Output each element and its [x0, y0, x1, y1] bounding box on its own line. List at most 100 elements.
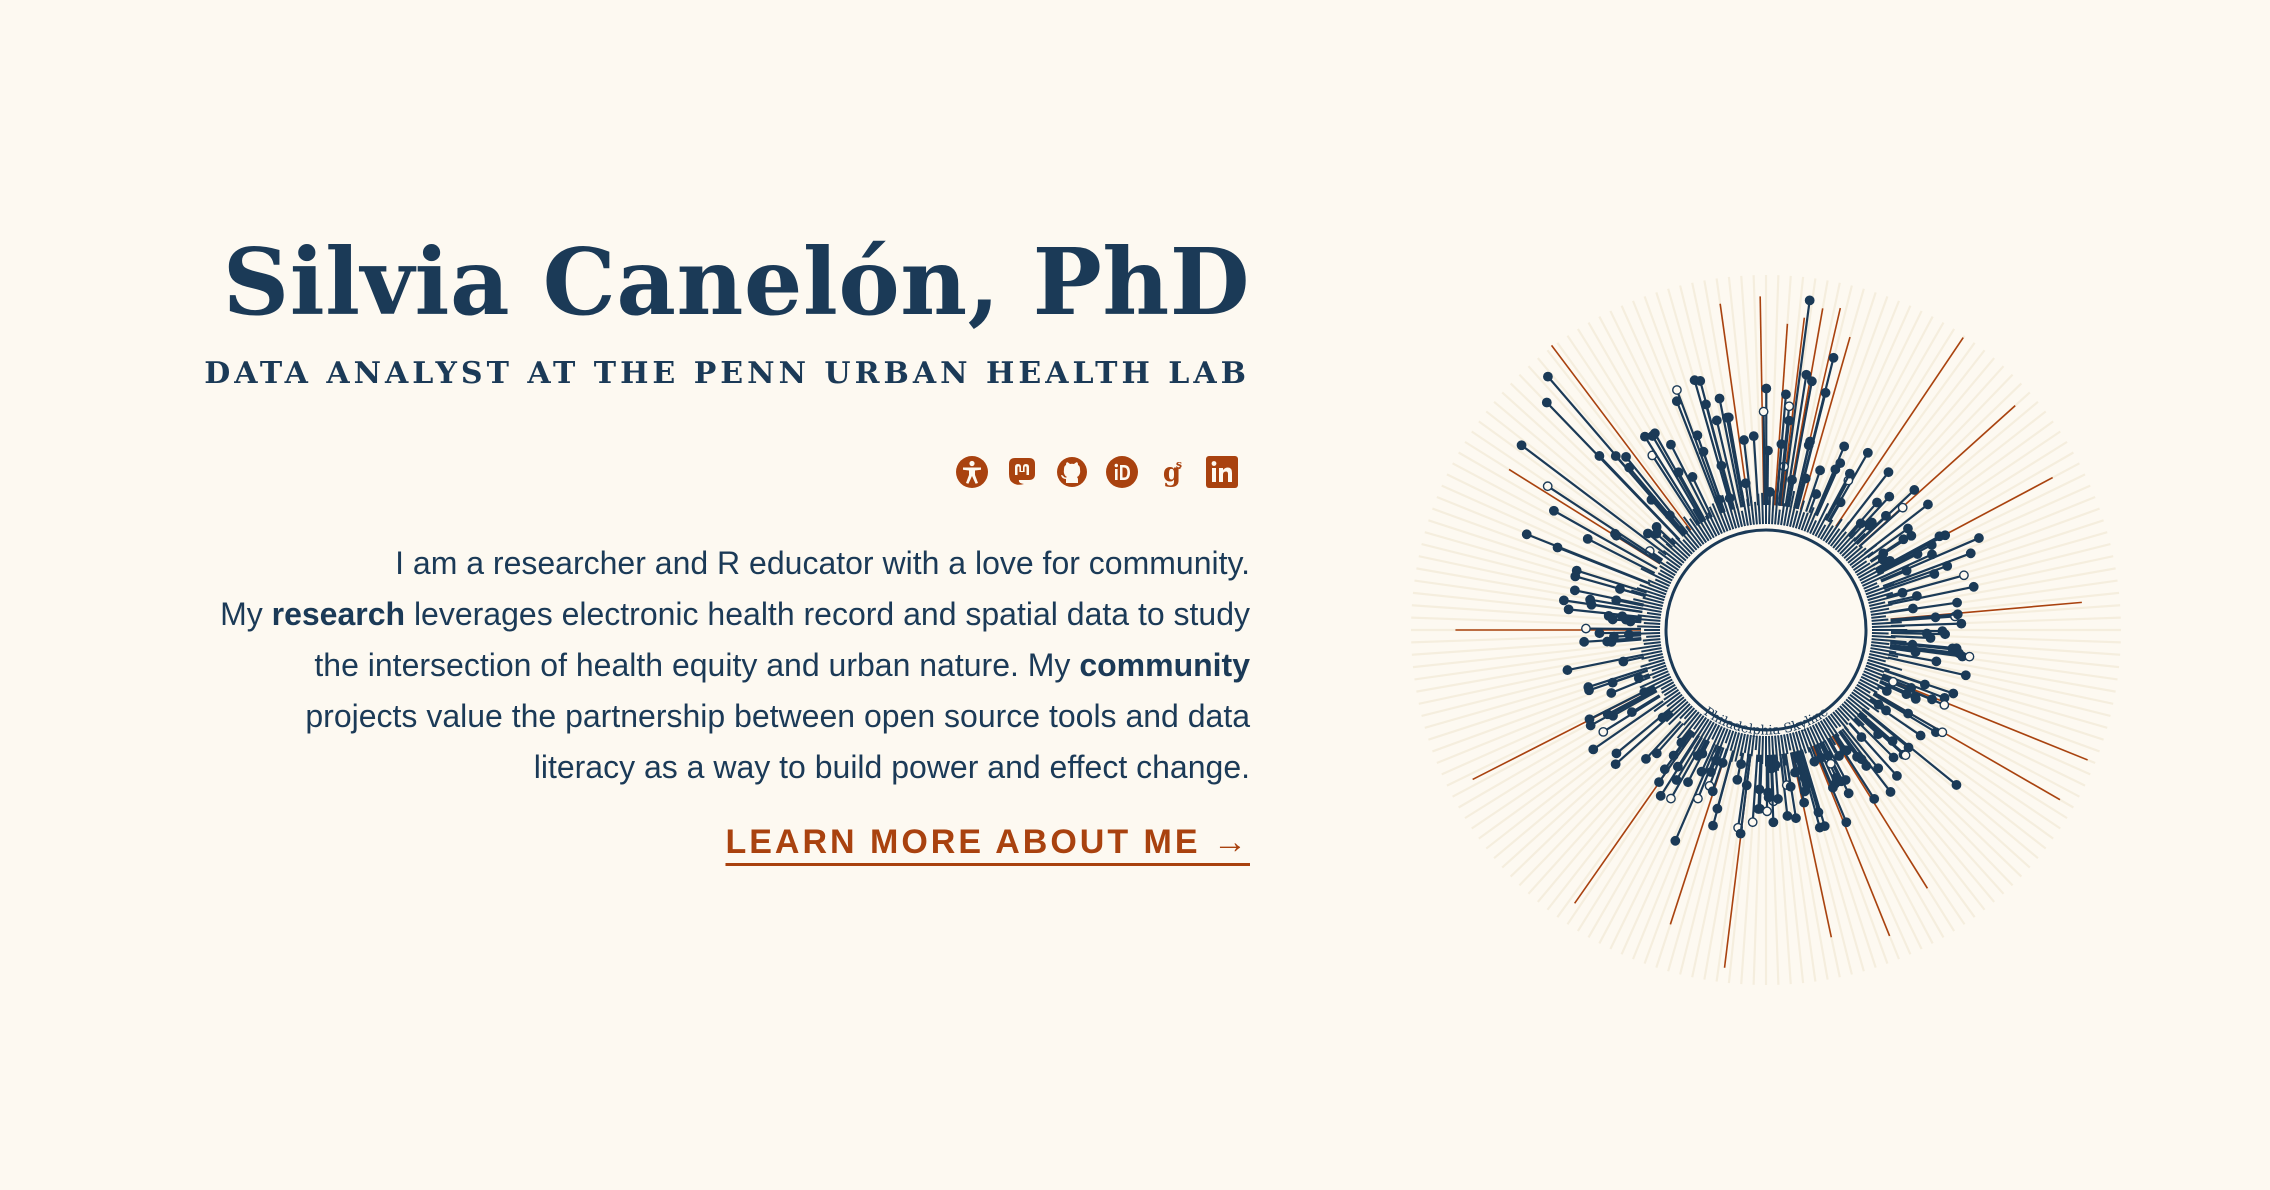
lollipop-head: [1711, 755, 1722, 766]
lollipop-head: [1799, 797, 1810, 808]
lollipop-head: [1784, 415, 1794, 426]
lollipop-head: [1888, 676, 1898, 687]
lollipop-head: [1768, 817, 1779, 828]
lollipop-head: [1693, 793, 1703, 804]
lollipop-head: [1964, 651, 1975, 662]
lollipop-head: [1790, 767, 1800, 778]
lollipop-head: [1594, 628, 1605, 639]
lollipop-head: [1735, 828, 1746, 839]
lollipop-head: [1781, 389, 1791, 400]
lollipop-head: [1606, 688, 1617, 698]
lollipop-head: [1819, 821, 1830, 832]
bio-line: I am a researcher and R educator with a …: [395, 544, 1250, 581]
lollipop-head: [1692, 430, 1703, 441]
google-scholar-icon[interactable]: gs: [1154, 454, 1190, 490]
lollipop-head: [1836, 776, 1846, 787]
page-title: Silvia Canelón, PhD: [222, 228, 1250, 336]
github-icon[interactable]: [1054, 454, 1090, 490]
lollipop-head: [1948, 688, 1959, 699]
lollipop-head: [1541, 397, 1552, 408]
lollipop-head: [1586, 599, 1597, 610]
skyline-bar: [1643, 622, 1661, 625]
learn-more-link[interactable]: LEARN MORE ABOUT ME →: [725, 823, 1250, 862]
background-ray: [1452, 462, 1661, 575]
lollipop-head: [1915, 730, 1926, 741]
lollipop-head: [1885, 787, 1896, 797]
lollipop-head: [1820, 387, 1831, 398]
lollipop-head: [1707, 786, 1718, 797]
lollipop-head: [1930, 612, 1941, 623]
lollipop-head: [1952, 597, 1962, 608]
lollipop-head: [1689, 375, 1700, 386]
lollipop-head: [1784, 401, 1795, 412]
lollipop-head: [1598, 726, 1609, 737]
lollipop-head: [1582, 533, 1593, 544]
skyline-bar: [1646, 611, 1662, 616]
bio-text: I am a researcher and R educator with a …: [120, 538, 1250, 793]
lollipop-head: [1782, 811, 1793, 821]
lollipop-head: [1521, 529, 1532, 540]
bio-text-fragment: My: [220, 595, 272, 632]
lollipop-head: [1923, 499, 1933, 510]
hero-section: Silvia Canelón, PhD DATA ANALYST AT THE …: [120, 228, 1250, 862]
lollipop-head: [1696, 766, 1707, 777]
bio-text-fragment: leverages electronic health record and s…: [405, 595, 1250, 632]
skyline-bar: [1871, 615, 1887, 619]
lollipop-head: [1974, 533, 1984, 543]
community-link[interactable]: community: [1079, 647, 1250, 683]
svg-text:s: s: [1176, 458, 1182, 471]
bio-line: the intersection of health equity and ur…: [120, 640, 1250, 691]
lollipop-head: [1956, 618, 1967, 629]
inner-ring: [1664, 528, 1868, 732]
lollipop-head: [1791, 813, 1801, 824]
lollipop-head: [1711, 415, 1722, 426]
accessibility-icon[interactable]: [954, 454, 990, 490]
lollipop-head: [1925, 633, 1936, 643]
lollipop-head: [1754, 784, 1765, 795]
lollipop-head: [1968, 581, 1979, 592]
lollipop-head: [1649, 428, 1660, 439]
lollipop-head: [1906, 530, 1917, 541]
linkedin-icon[interactable]: [1204, 454, 1240, 490]
lollipop-head: [1811, 489, 1822, 499]
lollipop-head: [1666, 439, 1676, 450]
lollipop-head: [1641, 753, 1651, 764]
lollipop-head: [1651, 748, 1662, 759]
lollipop-head: [1714, 393, 1725, 404]
lollipop-head: [1960, 670, 1971, 681]
lollipop-head: [1799, 786, 1810, 797]
lollipop-head: [1906, 683, 1917, 693]
lollipop-head: [1670, 835, 1681, 846]
bio-text-fragment: the intersection of health equity and ur…: [314, 646, 1080, 683]
lollipop-head: [1883, 467, 1894, 478]
lollipop-stem: [1762, 411, 1766, 506]
lollipop-head: [1835, 497, 1846, 508]
research-link[interactable]: research: [272, 596, 405, 632]
lollipop-head: [1579, 636, 1590, 647]
lollipop-head: [1748, 431, 1759, 442]
lollipop-head: [1881, 686, 1892, 696]
skyline-bar: [1646, 635, 1661, 638]
skyline-bar: [1871, 621, 1902, 625]
lollipop-head: [1951, 780, 1962, 790]
lollipop-head: [1558, 595, 1569, 606]
lollipop-head: [1959, 570, 1969, 581]
lollipop-head: [1801, 369, 1812, 380]
lollipop-head: [1655, 790, 1666, 801]
bio-line: literacy as a way to build power and eff…: [533, 748, 1250, 785]
lollipop-head: [1937, 626, 1948, 637]
lollipop-head: [1939, 700, 1950, 710]
orcid-icon[interactable]: [1104, 454, 1140, 490]
lollipop-head: [1542, 481, 1553, 492]
lollipop-head: [1762, 806, 1772, 817]
lollipop-head: [1839, 745, 1850, 756]
lollipop-head: [1931, 656, 1942, 667]
lollipop-head: [1569, 585, 1580, 596]
mastodon-icon[interactable]: [1004, 454, 1040, 490]
social-links: gs: [120, 454, 1250, 490]
lollipop-head: [1909, 485, 1920, 495]
lollipop-head: [1581, 623, 1591, 634]
lollipop-head: [1753, 804, 1764, 814]
lollipop-head: [1552, 542, 1563, 553]
lollipop-head: [1673, 467, 1684, 478]
